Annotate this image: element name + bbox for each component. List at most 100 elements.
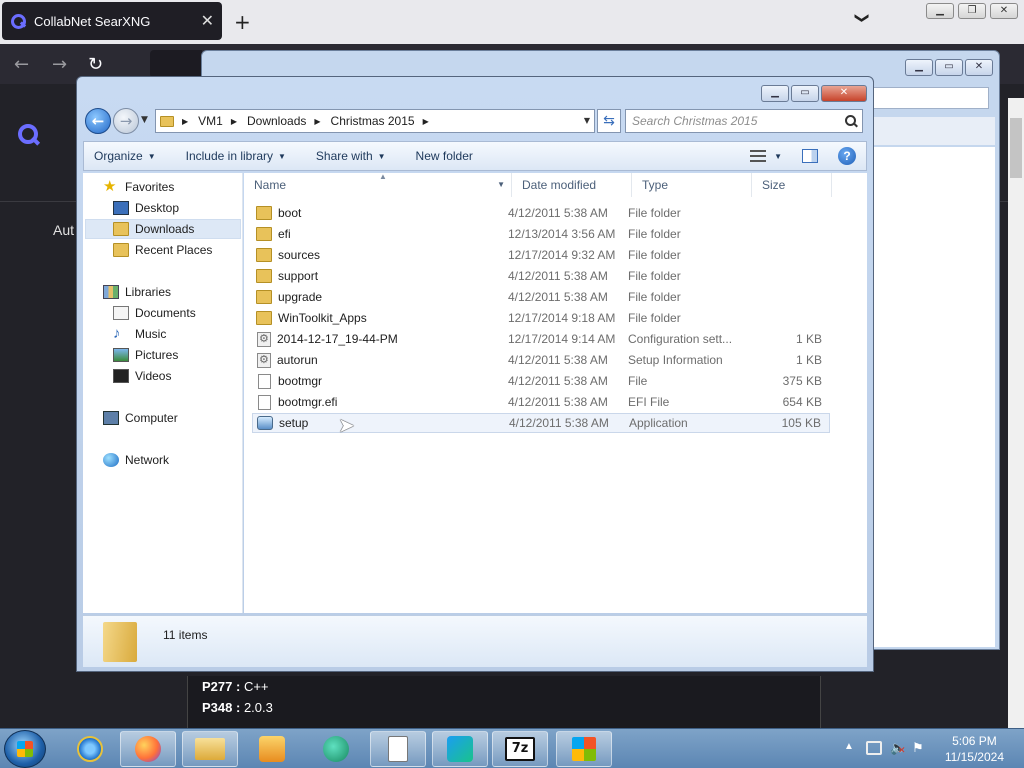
include-in-library-button[interactable]: Include in library ▼	[186, 149, 286, 163]
share-with-button[interactable]: Share with ▼	[316, 149, 386, 163]
file-row[interactable]: efi 12/13/2014 3:56 AM File folder	[252, 224, 830, 244]
show-hidden-icons-icon[interactable]: ▲	[844, 741, 854, 752]
file-row[interactable]: 2014-12-17_19-44-PM 12/17/2014 9:14 AM Con…	[252, 329, 830, 349]
start-button[interactable]	[4, 730, 46, 768]
tab-close-icon[interactable]: ✕	[201, 11, 214, 30]
search-input[interactable]: Search Christmas 2015	[625, 109, 863, 133]
nav-documents[interactable]: Documents	[113, 303, 196, 323]
blue-app-icon	[447, 736, 473, 762]
action-center-flag-icon[interactable]: ⚑	[912, 741, 928, 755]
network-tray-icon[interactable]	[866, 741, 882, 755]
url-bar[interactable]	[150, 50, 202, 78]
browser-reload-icon[interactable]: ↻	[88, 54, 103, 75]
page-scrollbar-thumb[interactable]	[1010, 118, 1022, 178]
nav-recent-places[interactable]: Recent Places	[113, 240, 212, 260]
file-type: Setup Information	[628, 353, 723, 367]
background-window-controls: ▁ ▭ ✕	[905, 59, 993, 76]
file-row[interactable]: upgrade 4/12/2011 5:38 AM File folder	[252, 287, 830, 307]
file-name: setup	[279, 416, 309, 430]
forward-button[interactable]: →	[113, 108, 139, 134]
new-tab-button[interactable]: +	[234, 10, 251, 34]
nav-label: Documents	[135, 306, 196, 320]
taskbar-media-player[interactable]	[244, 731, 300, 767]
file-size: 1 KB	[795, 332, 822, 346]
file-row[interactable]: bootmgr 4/12/2011 5:38 AM File 375 KB	[252, 371, 830, 391]
file-row[interactable]: bootmgr.efi 4/12/2011 5:38 AM EFI File 654 …	[252, 392, 830, 412]
taskbar-green-app[interactable]	[308, 731, 364, 767]
bg-search-input[interactable]	[869, 87, 989, 109]
nav-network[interactable]: Network	[103, 450, 169, 470]
column-header-size[interactable]: Size	[752, 173, 832, 197]
taskbar-ie[interactable]	[62, 731, 118, 767]
change-view-button[interactable]: ▼	[750, 150, 782, 162]
breadcrumb-christmas-2015[interactable]: Christmas 2015	[331, 114, 415, 128]
searxng-favicon-icon	[10, 13, 26, 29]
bg-minimize-button[interactable]: ▁	[905, 59, 933, 76]
address-bar[interactable]: ▶ VM1 ▶ Downloads ▶ Christmas 2015 ▶ ▼	[155, 109, 595, 133]
bg-maximize-button[interactable]: ▭	[935, 59, 963, 76]
maximize-button[interactable]: ▭	[791, 85, 819, 102]
nav-downloads[interactable]: Downloads	[85, 219, 241, 239]
column-header-date-modified[interactable]: Date modified	[512, 173, 632, 197]
minimize-button[interactable]: ▁	[761, 85, 789, 102]
taskbar-7zip[interactable]: 7z	[492, 731, 548, 767]
nav-desktop[interactable]: Desktop	[113, 198, 179, 218]
organize-button[interactable]: Organize ▼	[94, 149, 156, 163]
back-button[interactable]: ←	[85, 108, 111, 134]
clock[interactable]: 5:06 PM 11/15/2024	[945, 733, 1004, 765]
recent-pages-dropdown-icon[interactable]: ▼	[141, 115, 148, 125]
taskbar-blue-app[interactable]	[432, 731, 488, 767]
volume-muted-icon[interactable]: 🔈	[890, 741, 906, 758]
windows-explorer-icon	[195, 738, 225, 760]
breadcrumb-separator-icon[interactable]: ▶	[314, 117, 320, 126]
refresh-button[interactable]: ⇆	[597, 109, 621, 133]
file-row[interactable]: boot 4/12/2011 5:38 AM File folder	[252, 203, 830, 223]
breadcrumb-separator-icon[interactable]: ▶	[231, 117, 237, 126]
preview-pane-icon[interactable]	[802, 149, 818, 163]
browser-tab[interactable]: CollabNet SearXNG ✕	[2, 2, 222, 40]
help-icon[interactable]: ?	[838, 147, 856, 165]
folder-icon	[256, 269, 272, 283]
taskbar-document[interactable]	[370, 731, 426, 767]
browser-close-button[interactable]: ✕	[990, 3, 1018, 19]
file-row[interactable]: sources 12/17/2014 9:32 AM File folder	[252, 245, 830, 265]
file-date-modified: 12/17/2014 9:32 AM	[508, 248, 616, 262]
bg-close-button[interactable]: ✕	[965, 59, 993, 76]
close-button[interactable]: ✕	[821, 85, 867, 102]
tab-list-chevron-icon[interactable]: ❯	[854, 12, 870, 24]
7zip-icon: 7z	[505, 737, 535, 761]
browser-forward-icon[interactable]: →	[52, 54, 67, 75]
browser-restore-button[interactable]: ❐	[958, 3, 986, 19]
config-file-icon	[257, 331, 271, 347]
address-dropdown-icon[interactable]: ▼	[584, 116, 590, 125]
browser-window-controls: ▁ ❐ ✕	[926, 3, 1018, 19]
breadcrumb-vm1[interactable]: VM1	[198, 114, 223, 128]
chevron-down-icon[interactable]: ▼	[497, 173, 505, 197]
breadcrumb-downloads[interactable]: Downloads	[247, 114, 306, 128]
nav-music[interactable]: ♪ Music	[113, 324, 166, 344]
nav-computer[interactable]: Computer	[103, 408, 178, 428]
searxng-logo-icon[interactable]	[18, 124, 40, 146]
search-icon[interactable]	[845, 115, 857, 127]
nav-pictures[interactable]: Pictures	[113, 345, 178, 365]
browser-back-icon[interactable]: ←	[14, 54, 29, 75]
breadcrumb-separator-icon[interactable]: ▶	[423, 117, 429, 126]
page-scrollbar[interactable]	[1008, 98, 1024, 728]
file-row[interactable]: WinToolkit_Apps 12/17/2014 9:18 AM File fo…	[252, 308, 830, 328]
nav-videos[interactable]: Videos	[113, 366, 171, 386]
breadcrumb-separator-icon[interactable]: ▶	[182, 117, 188, 126]
taskbar-windows[interactable]	[556, 731, 612, 767]
nav-favorites[interactable]: ★ Favorites	[103, 177, 174, 197]
column-header-name[interactable]: ▲ Name ▼	[244, 172, 512, 197]
file-date-modified: 4/12/2011 5:38 AM	[508, 374, 608, 388]
taskbar-firefox[interactable]	[120, 731, 176, 767]
new-folder-button[interactable]: New folder	[416, 149, 473, 163]
taskbar-windows-explorer[interactable]	[182, 731, 238, 767]
file-row[interactable]: support 4/12/2011 5:38 AM File folder	[252, 266, 830, 286]
browser-minimize-button[interactable]: ▁	[926, 3, 954, 19]
file-row[interactable]: autorun 4/12/2011 5:38 AM Setup Informatio…	[252, 350, 830, 370]
nav-libraries[interactable]: Libraries	[103, 282, 171, 302]
search-placeholder: Search Christmas 2015	[632, 114, 758, 128]
folder-icon	[256, 311, 272, 325]
column-header-type[interactable]: Type	[632, 173, 752, 197]
